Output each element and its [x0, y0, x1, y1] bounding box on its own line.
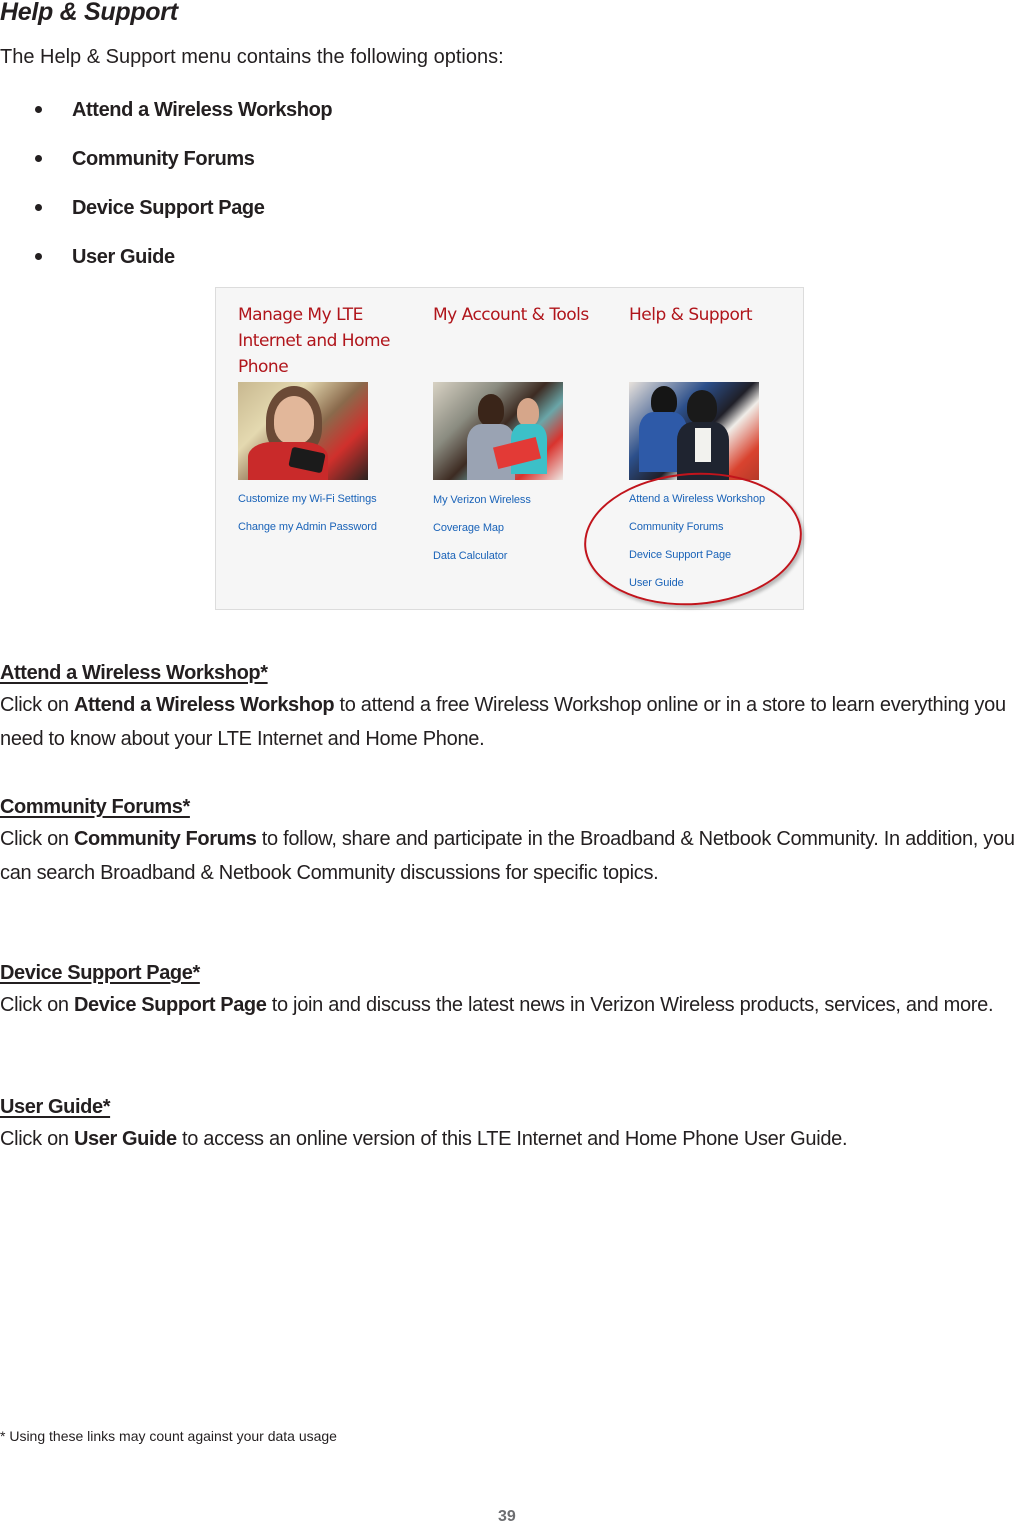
- section-heading: Attend a Wireless Workshop*: [0, 662, 268, 684]
- link-coverage-map[interactable]: Coverage Map: [433, 521, 531, 549]
- footnote: * Using these links may count against yo…: [0, 1428, 337, 1444]
- section-attend-workshop: Attend a Wireless Workshop* Click on Att…: [0, 660, 1022, 756]
- menu-screenshot: Manage My LTE Internet and Home Phone Cu…: [215, 287, 807, 613]
- column-links: Customize my Wi-Fi Settings Change my Ad…: [238, 492, 377, 548]
- highlight-circle-annotation: [579, 465, 807, 613]
- option-item: User Guide: [0, 242, 332, 291]
- section-body: Click on Attend a Wireless Workshop to a…: [0, 694, 1006, 750]
- menu-option-name: Device Support Page: [74, 994, 267, 1016]
- section-device-support-page: Device Support Page* Click on Device Sup…: [0, 960, 1022, 1022]
- page-number: 39: [498, 1508, 516, 1525]
- column-title: Manage My LTE Internet and Home Phone: [238, 305, 391, 377]
- column-title: My Account & Tools: [433, 305, 589, 325]
- two-people-with-red-tablet-photo: [433, 382, 563, 480]
- option-item: Attend a Wireless Workshop: [0, 95, 333, 144]
- section-heading: Device Support Page*: [0, 962, 200, 984]
- menu-option-name: Community Forums: [74, 828, 257, 850]
- menu-option-name: Attend a Wireless Workshop: [74, 694, 335, 716]
- section-heading: Community Forums*: [0, 796, 190, 818]
- bullet-icon: [35, 253, 42, 260]
- option-label: User Guide: [72, 246, 175, 268]
- menu-option-name: User Guide: [74, 1128, 177, 1150]
- section-body: Click on Device Support Page to join and…: [0, 994, 994, 1016]
- section-user-guide: User Guide* Click on User Guide to acces…: [0, 1094, 1022, 1156]
- section-body: Click on Community Forums to follow, sha…: [0, 828, 1015, 884]
- column-title: Help & Support: [629, 305, 753, 325]
- option-label: Device Support Page: [72, 197, 265, 219]
- intro-text: The Help & Support menu contains the fol…: [0, 46, 504, 68]
- bullet-icon: [35, 106, 42, 113]
- bullet-icon: [35, 204, 42, 211]
- link-customize-wifi[interactable]: Customize my Wi-Fi Settings: [238, 492, 377, 520]
- option-label: Community Forums: [72, 148, 255, 170]
- woman-smiling-with-phone-photo: [238, 382, 368, 480]
- section-body: Click on User Guide to access an online …: [0, 1128, 848, 1150]
- option-item: Device Support Page: [0, 193, 332, 242]
- link-change-admin-password[interactable]: Change my Admin Password: [238, 520, 377, 548]
- option-label: Attend a Wireless Workshop: [72, 99, 333, 121]
- options-list: Attend a Wireless Workshop Community For…: [0, 95, 333, 291]
- link-my-verizon-wireless[interactable]: My Verizon Wireless: [433, 493, 531, 521]
- page-title: Help & Support: [0, 0, 178, 26]
- section-community-forums: Community Forums* Click on Community For…: [0, 794, 1022, 890]
- bullet-icon: [35, 155, 42, 162]
- option-item: Community Forums: [0, 144, 332, 193]
- section-heading: User Guide*: [0, 1096, 111, 1118]
- column-links: My Verizon Wireless Coverage Map Data Ca…: [433, 493, 531, 577]
- two-people-using-tablet-photo: [629, 382, 759, 480]
- link-data-calculator[interactable]: Data Calculator: [433, 549, 531, 577]
